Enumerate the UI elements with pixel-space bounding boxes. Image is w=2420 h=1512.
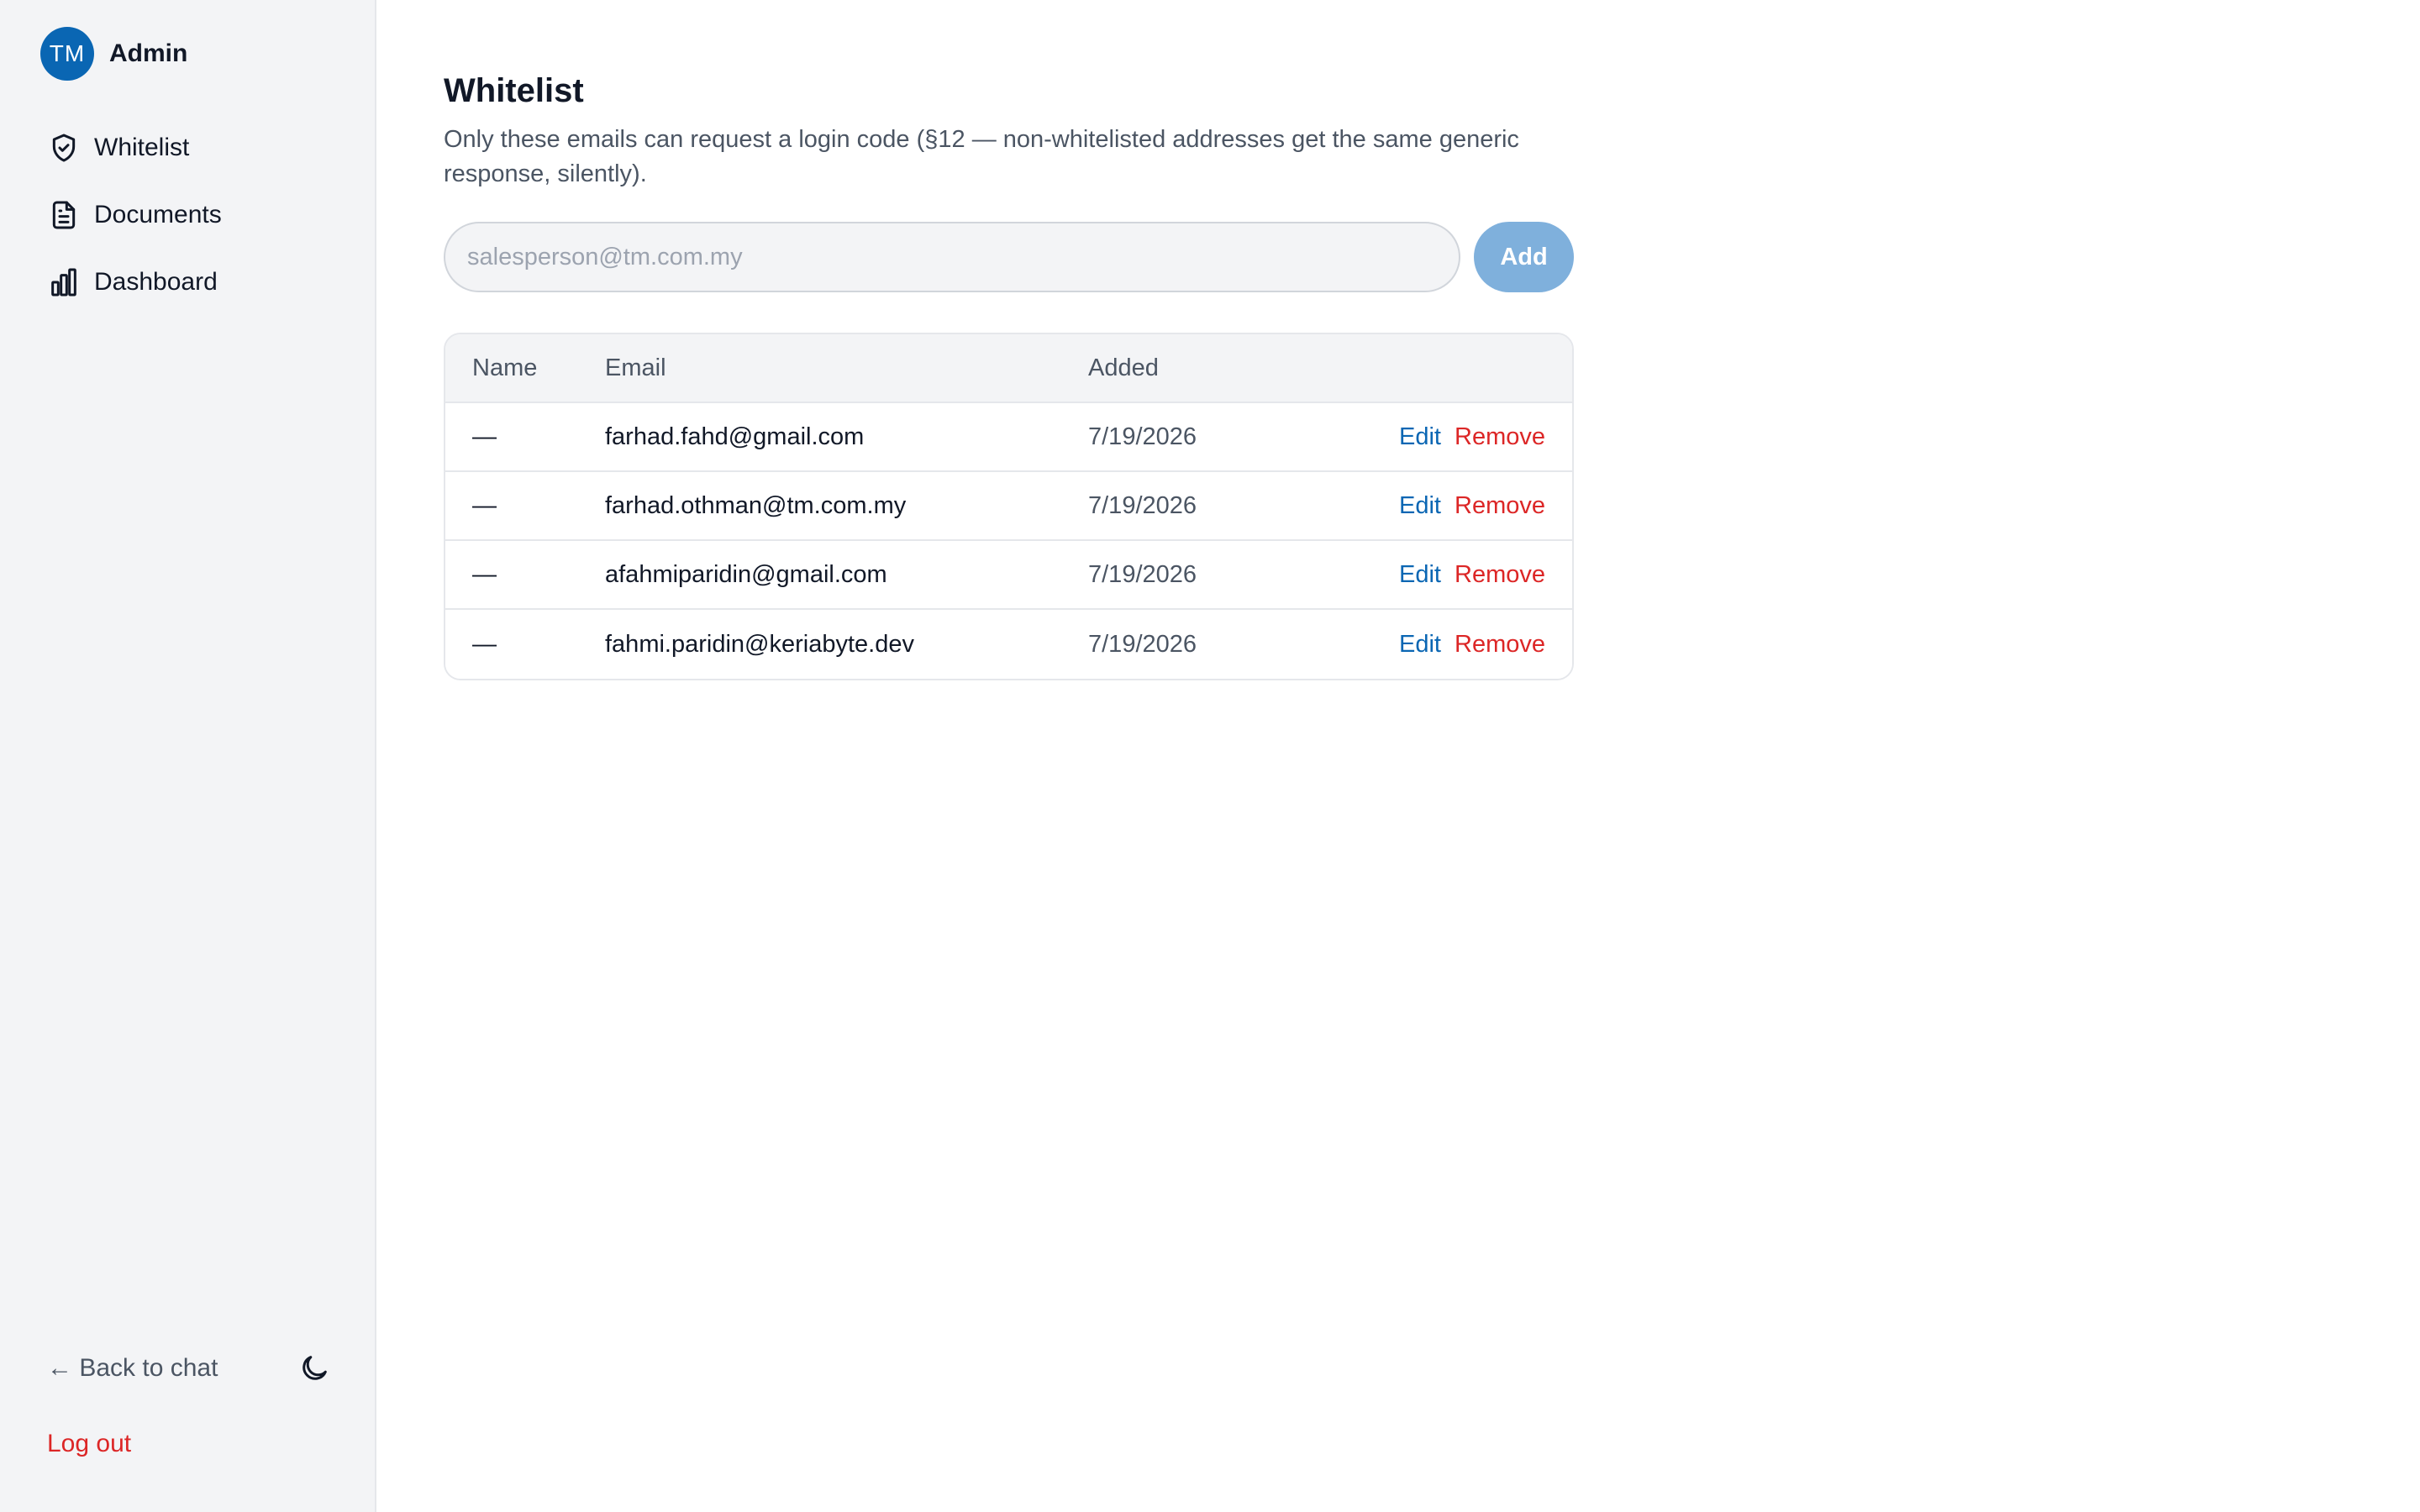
brand: TM Admin <box>40 27 187 81</box>
edit-button[interactable]: Edit <box>1399 492 1441 520</box>
column-header-added: Added <box>1088 354 1159 381</box>
edit-button[interactable]: Edit <box>1399 631 1441 659</box>
cell-email: fahmi.paridin@keriabyte.dev <box>605 630 914 658</box>
sidebar-item-whitelist[interactable]: Whitelist <box>47 118 350 178</box>
page-subtitle: Only these emails can request a login co… <box>444 126 1519 187</box>
admin-app: TM Admin Whitelist Documents Dashboard ←… <box>0 0 2420 1512</box>
sidebar-item-label: Documents <box>94 201 222 228</box>
sidebar-item-documents[interactable]: Documents <box>47 185 350 245</box>
document-icon <box>52 201 76 229</box>
avatar: TM <box>40 27 94 81</box>
table-header: Name Email Added <box>445 334 1572 403</box>
moon-icon <box>302 1356 327 1380</box>
cell-email: farhad.fahd@gmail.com <box>605 423 865 450</box>
page-title: Whitelist <box>444 72 584 109</box>
row-actions: Edit Remove <box>1391 423 1572 451</box>
theme-toggle[interactable] <box>296 1350 333 1387</box>
sidebar: TM Admin Whitelist Documents Dashboard ←… <box>0 0 376 1512</box>
cell-added: 7/19/2026 <box>1088 491 1197 519</box>
sidebar-item-dashboard[interactable]: Dashboard <box>47 252 350 312</box>
sidebar-item-label: Whitelist <box>94 134 190 161</box>
table-row: — fahmi.paridin@keriabyte.dev 7/19/2026 … <box>445 610 1572 679</box>
back-to-chat-link[interactable]: ← Back to chat <box>47 1354 218 1383</box>
remove-button[interactable]: Remove <box>1455 492 1545 520</box>
cell-email: afahmiparidin@gmail.com <box>605 560 887 588</box>
sidebar-item-label: Dashboard <box>94 268 218 296</box>
email-input[interactable] <box>444 222 1460 292</box>
add-button[interactable]: Add <box>1474 222 1574 292</box>
brand-name: Admin <box>109 39 188 67</box>
cell-name: — <box>472 630 497 658</box>
row-actions: Edit Remove <box>1391 492 1572 520</box>
remove-button[interactable]: Remove <box>1455 631 1545 659</box>
sidebar-nav: Whitelist Documents Dashboard <box>47 118 350 319</box>
main-content: Whitelist Only these emails can request … <box>444 67 1574 680</box>
remove-button[interactable]: Remove <box>1455 423 1545 451</box>
table-row: — afahmiparidin@gmail.com 7/19/2026 Edit… <box>445 541 1572 610</box>
bar-chart-icon <box>51 268 76 297</box>
table-row: — farhad.fahd@gmail.com 7/19/2026 Edit R… <box>445 403 1572 472</box>
cell-added: 7/19/2026 <box>1088 423 1197 450</box>
sidebar-footer: ← Back to chat <box>47 1347 333 1389</box>
table-row: — farhad.othman@tm.com.my 7/19/2026 Edit… <box>445 472 1572 541</box>
column-header-email: Email <box>605 354 666 381</box>
column-header-name: Name <box>472 354 538 381</box>
cell-name: — <box>472 491 497 519</box>
add-email-form: Add <box>444 222 1574 292</box>
logout-link[interactable]: Log out <box>47 1430 131 1458</box>
cell-added: 7/19/2026 <box>1088 560 1197 588</box>
cell-name: — <box>472 423 497 450</box>
remove-button[interactable]: Remove <box>1455 561 1545 589</box>
row-actions: Edit Remove <box>1391 561 1572 589</box>
cell-added: 7/19/2026 <box>1088 630 1197 658</box>
cell-name: — <box>472 560 497 588</box>
edit-button[interactable]: Edit <box>1399 561 1441 589</box>
cell-email: farhad.othman@tm.com.my <box>605 491 907 519</box>
whitelist-table: Name Email Added — farhad.fahd@gmail.com… <box>444 333 1574 680</box>
row-actions: Edit Remove <box>1391 631 1572 659</box>
edit-button[interactable]: Edit <box>1399 423 1441 451</box>
shield-check-icon <box>52 134 76 162</box>
